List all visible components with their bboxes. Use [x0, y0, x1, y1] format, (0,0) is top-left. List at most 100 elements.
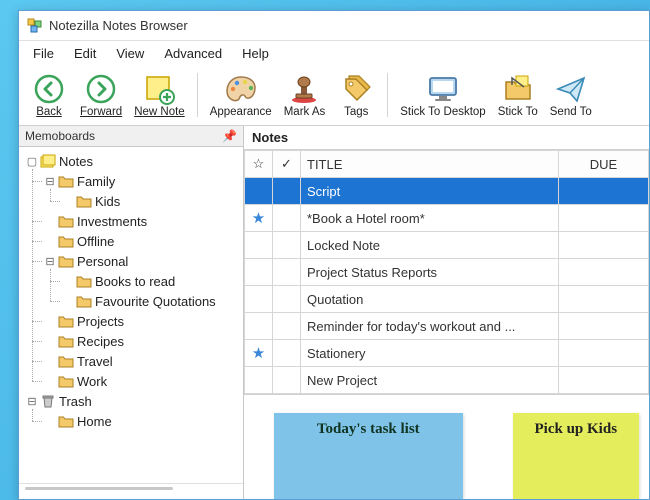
cell-title[interactable]: *Book a Hotel room* [301, 205, 559, 232]
cell-check[interactable] [273, 178, 301, 205]
titlebar[interactable]: Notezilla Notes Browser [19, 11, 649, 41]
table-row[interactable]: ★ *Book a Hotel room* [245, 205, 649, 232]
tree-root-notes[interactable]: ▢ Notes [21, 151, 241, 171]
app-icon [27, 18, 43, 34]
folder-icon [75, 293, 93, 309]
menubar: File Edit View Advanced Help [19, 41, 649, 65]
cell-due[interactable] [559, 178, 649, 205]
toolbar-separator [387, 73, 388, 117]
cell-check[interactable] [273, 340, 301, 367]
cell-title[interactable]: Script [301, 178, 559, 205]
toggle-icon[interactable]: ⊟ [43, 255, 57, 268]
cell-due[interactable] [559, 232, 649, 259]
new-note-button[interactable]: New Note [129, 69, 190, 121]
table-row[interactable]: Locked Note [245, 232, 649, 259]
stick-to-desktop-button[interactable]: Stick To Desktop [395, 69, 490, 121]
menu-help[interactable]: Help [232, 43, 279, 64]
folder-icon [75, 193, 93, 209]
cell-check[interactable] [273, 259, 301, 286]
send-icon [555, 72, 587, 106]
tree-item[interactable]: ⊟Personal [39, 251, 241, 271]
collapse-icon[interactable]: ▢ [25, 155, 39, 168]
cell-title[interactable]: Locked Note [301, 232, 559, 259]
cell-title[interactable]: New Project [301, 367, 559, 394]
star-icon: ★ [252, 345, 265, 362]
cell-star[interactable] [245, 178, 273, 205]
table-row[interactable]: ★ Stationery [245, 340, 649, 367]
tree-item[interactable]: Kids [57, 191, 241, 211]
cell-title[interactable]: Stationery [301, 340, 559, 367]
cell-star[interactable]: ★ [245, 205, 273, 232]
table-row[interactable]: New Project [245, 367, 649, 394]
pin-icon[interactable]: 📌 [222, 129, 237, 143]
cell-due[interactable] [559, 340, 649, 367]
folder-icon [57, 353, 75, 369]
expand-icon[interactable]: ⊟ [25, 395, 39, 408]
cell-star[interactable] [245, 259, 273, 286]
menu-file[interactable]: File [23, 43, 64, 64]
tree-item[interactable]: ⊟Family [39, 171, 241, 191]
col-due[interactable]: DUE [559, 151, 649, 178]
tags-button[interactable]: Tags [332, 69, 380, 121]
cell-star[interactable] [245, 313, 273, 340]
cell-star[interactable] [245, 367, 273, 394]
cell-star[interactable] [245, 286, 273, 313]
tree-item[interactable]: Work [39, 371, 241, 391]
menu-view[interactable]: View [106, 43, 154, 64]
tree-item[interactable]: Favourite Quotations [57, 291, 241, 311]
tree-item[interactable]: Travel [39, 351, 241, 371]
sticky-note-yellow[interactable]: Pick up Kids [513, 413, 639, 499]
trash-icon [39, 393, 57, 409]
folder-icon [75, 273, 93, 289]
folder-icon [57, 213, 75, 229]
table-row[interactable]: Quotation [245, 286, 649, 313]
back-button[interactable]: Back [25, 69, 73, 121]
table-row[interactable]: Script [245, 178, 649, 205]
notes-header: Notes [244, 126, 649, 150]
menu-advanced[interactable]: Advanced [154, 43, 232, 64]
appearance-button[interactable]: Appearance [205, 69, 277, 121]
main-panel: Notes ☆ ✓ TITLE DUE Script ★ *Book a Hotel… [244, 126, 649, 499]
cell-check[interactable] [273, 205, 301, 232]
col-check[interactable]: ✓ [273, 151, 301, 178]
send-to-button[interactable]: Send To [545, 69, 597, 121]
cell-title[interactable]: Reminder for today's workout and ... [301, 313, 559, 340]
tree-item[interactable]: Projects [39, 311, 241, 331]
tree-item[interactable]: Home [39, 411, 241, 431]
cell-due[interactable] [559, 286, 649, 313]
table-row[interactable]: Reminder for today's workout and ... [245, 313, 649, 340]
col-title[interactable]: TITLE [301, 151, 559, 178]
stick-to-button[interactable]: Stick To [493, 69, 543, 121]
star-icon: ★ [252, 210, 265, 227]
toggle-icon[interactable]: ⊟ [43, 175, 57, 188]
cell-due[interactable] [559, 313, 649, 340]
cell-title[interactable]: Quotation [301, 286, 559, 313]
cell-title[interactable]: Project Status Reports [301, 259, 559, 286]
folder-icon [57, 413, 75, 429]
sticky-note-blue[interactable]: Today's task list [274, 413, 463, 499]
palette-icon [224, 72, 258, 106]
tree-item[interactable]: Books to read [57, 271, 241, 291]
cell-check[interactable] [273, 367, 301, 394]
cell-due[interactable] [559, 367, 649, 394]
table-row[interactable]: Project Status Reports [245, 259, 649, 286]
cell-due[interactable] [559, 259, 649, 286]
forward-button[interactable]: Forward [75, 69, 127, 121]
mark-as-button[interactable]: Mark As [279, 69, 331, 121]
cell-star[interactable]: ★ [245, 340, 273, 367]
menu-edit[interactable]: Edit [64, 43, 106, 64]
cell-due[interactable] [559, 205, 649, 232]
notes-grid: ☆ ✓ TITLE DUE Script ★ *Book a Hotel room*… [244, 150, 649, 394]
col-star[interactable]: ☆ [245, 151, 273, 178]
cell-star[interactable] [245, 232, 273, 259]
cell-check[interactable] [273, 313, 301, 340]
cell-check[interactable] [273, 232, 301, 259]
tree-item[interactable]: Recipes [39, 331, 241, 351]
folder-icon [57, 253, 75, 269]
window-title: Notezilla Notes Browser [49, 18, 188, 33]
tree-item[interactable]: Offline [39, 231, 241, 251]
sidebar-scrollbar[interactable] [25, 487, 173, 490]
tree-item[interactable]: Investments [39, 211, 241, 231]
tree-trash[interactable]: ⊟ Trash [21, 391, 241, 411]
cell-check[interactable] [273, 286, 301, 313]
